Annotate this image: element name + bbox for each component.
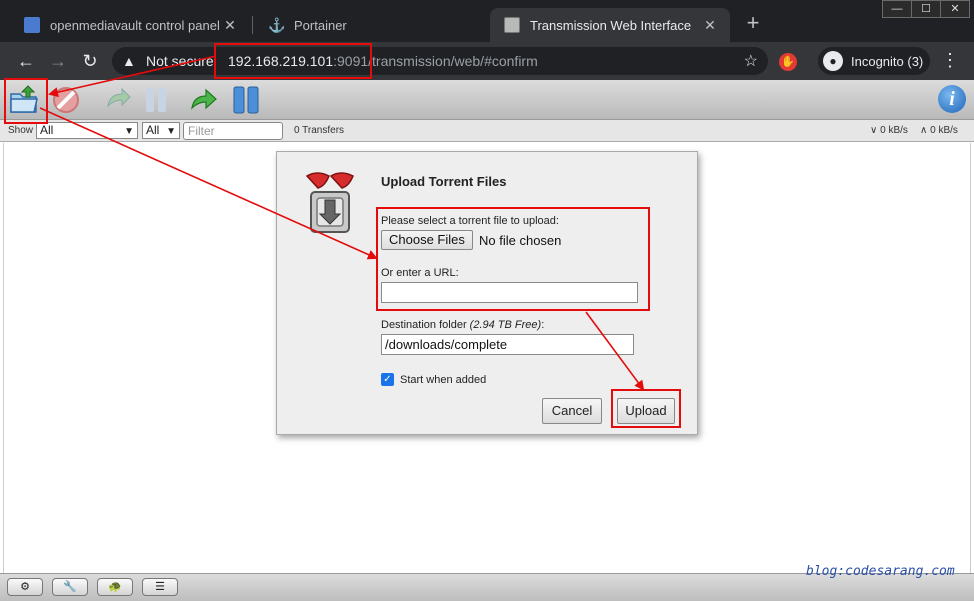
incognito-icon: ●: [823, 51, 843, 71]
annotation-url-box: [214, 43, 372, 79]
watermark-text: blog:codesarang.com: [806, 564, 955, 579]
annotation-file-url-box: [376, 207, 650, 311]
info-icon[interactable]: i: [938, 85, 966, 113]
upload-speed: ∧ 0 kB/s: [920, 125, 958, 136]
tab-openmediavault[interactable]: openmediavault control panel - ▌ ✕: [10, 8, 250, 42]
security-label[interactable]: Not secure: [146, 53, 214, 69]
annotation-upload-box: [611, 389, 681, 428]
warning-triangle-icon: ▲: [122, 53, 136, 69]
transfer-count: 0 Transfers: [294, 125, 345, 136]
tracker-filter-select[interactable]: All ▼: [142, 122, 180, 139]
filter-input[interactable]: Filter: [183, 122, 283, 140]
chevron-down-icon: ▼: [124, 126, 134, 137]
remove-icon[interactable]: [50, 84, 82, 116]
free-space-text: (2.94 TB Free): [469, 319, 542, 331]
state-filter-value: All: [40, 123, 54, 137]
dialog-title: Upload Torrent Files: [381, 174, 507, 189]
filter-bar: Show All ▼ All ▼ Filter 0 Transfers ∨ 0 …: [0, 120, 974, 142]
compact-view-icon[interactable]: ☰: [142, 578, 178, 596]
openmediavault-favicon-icon: [24, 17, 40, 33]
portainer-favicon-icon: ⚓: [268, 17, 286, 33]
tab-portainer[interactable]: ⚓ Portainer: [254, 8, 490, 42]
incognito-indicator[interactable]: ● Incognito (3): [818, 47, 930, 75]
start-when-added-label: Start when added: [400, 374, 487, 386]
cancel-button[interactable]: Cancel: [542, 398, 602, 424]
start-when-added-checkbox[interactable]: ✓: [381, 373, 394, 386]
close-window-button[interactable]: ✕: [940, 0, 970, 18]
transmission-logo-icon: [305, 172, 354, 233]
destination-folder-input[interactable]: /downloads/complete: [381, 334, 634, 355]
tracker-filter-value: All: [146, 123, 160, 137]
new-tab-button[interactable]: +: [742, 12, 764, 35]
incognito-label: Incognito (3): [851, 53, 924, 69]
bookmark-star-icon[interactable]: ☆: [744, 51, 758, 71]
show-label: Show: [8, 125, 34, 136]
destination-label-text: Destination folder: [381, 319, 467, 331]
annotation-open-button-box: [4, 78, 48, 124]
back-arrow-icon[interactable]: ←: [14, 49, 38, 73]
tab-strip: openmediavault control panel - ▌ ✕ ⚓ Por…: [0, 0, 974, 42]
window-controls: — ☐ ✕: [882, 0, 970, 18]
turtle-speed-icon[interactable]: 🐢: [97, 578, 133, 596]
pause-icon[interactable]: [140, 84, 172, 116]
pause-all-icon[interactable]: [230, 84, 262, 116]
tab-separator: [252, 16, 253, 34]
minimize-button[interactable]: —: [882, 0, 912, 18]
maximize-button[interactable]: ☐: [911, 0, 941, 18]
browser-menu-icon[interactable]: ⋮: [940, 50, 960, 71]
chevron-down-icon: ▼: [166, 126, 176, 137]
preferences-wrench-icon[interactable]: 🔧: [52, 578, 88, 596]
browser-toolbar: ← → ↻ ▲ Not secure 192.168.219.101:9091/…: [0, 42, 974, 80]
destination-label-colon: :: [541, 319, 545, 331]
forward-arrow-icon[interactable]: →: [46, 49, 70, 73]
destination-label: Destination folder (2.94 TB Free):: [381, 319, 544, 331]
resume-all-icon[interactable]: [188, 84, 220, 116]
address-bar[interactable]: ▲ Not secure 192.168.219.101:9091/transm…: [112, 47, 768, 75]
extension-hand-icon[interactable]: ✋: [779, 53, 797, 71]
reload-icon[interactable]: ↻: [78, 49, 102, 73]
transmission-favicon-icon: [504, 17, 520, 33]
state-filter-select[interactable]: All ▼: [36, 122, 138, 139]
close-tab-icon[interactable]: ✕: [220, 17, 240, 34]
download-speed: ∨ 0 kB/s: [870, 125, 908, 136]
settings-gear-icon[interactable]: ⚙: [7, 578, 43, 596]
tab-transmission[interactable]: Transmission Web Interface ✕: [490, 8, 730, 42]
browser-chrome: openmediavault control panel - ▌ ✕ ⚓ Por…: [0, 0, 974, 80]
transmission-toolbar: [0, 80, 974, 120]
close-tab-icon[interactable]: ✕: [700, 17, 720, 34]
resume-icon[interactable]: [102, 84, 134, 116]
